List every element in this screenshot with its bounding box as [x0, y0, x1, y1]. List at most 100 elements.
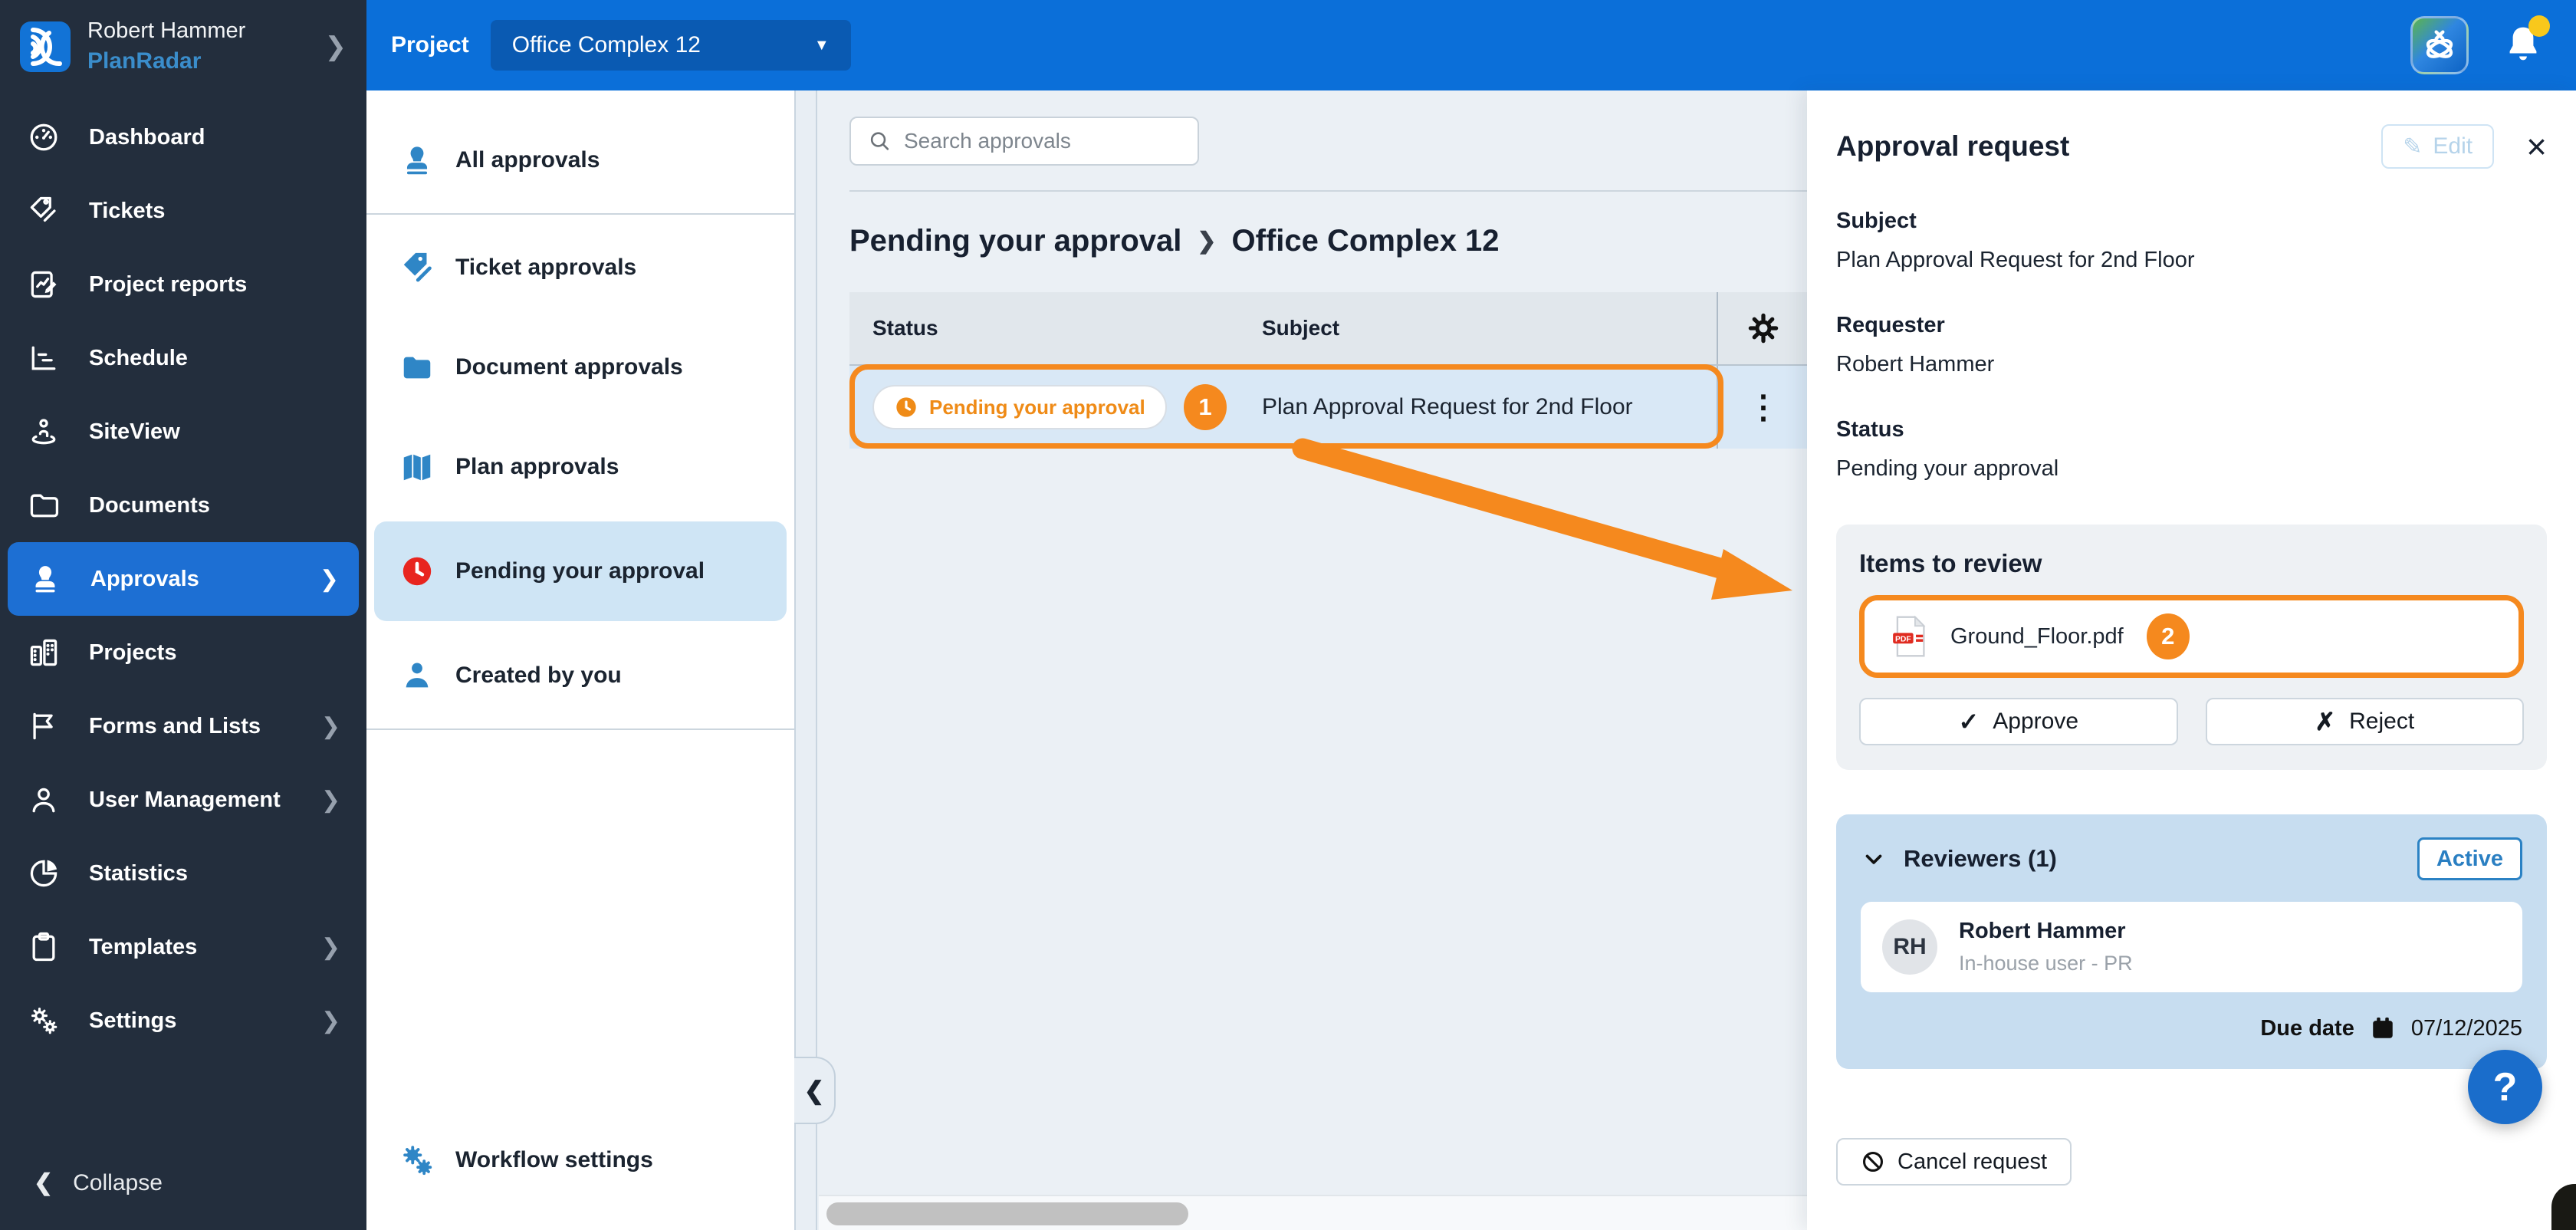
sidebar-item-dashboard[interactable]: Dashboard [0, 100, 366, 174]
edit-button[interactable]: ✎ Edit [2381, 124, 2495, 169]
gear-icon [1748, 313, 1779, 344]
sidebar-item-project-reports[interactable]: Project reports [0, 248, 366, 321]
sidebar-item-approvals[interactable]: Approvals ❯ [8, 542, 359, 616]
field-status: Status Pending your approval [1836, 417, 2547, 482]
sidebar-item-siteview[interactable]: SiteView [0, 395, 366, 469]
svg-text:PDF: PDF [1895, 635, 1911, 643]
reviewers-header[interactable]: Reviewers (1) Active [1861, 837, 2522, 880]
sidebar-item-label: Projects [89, 640, 177, 665]
breadcrumb: Pending your approval ❯ Office Complex 1… [849, 224, 1807, 258]
reviewers-section: Reviewers (1) Active RH Robert Hammer In… [1836, 814, 2547, 1069]
approval-detail-panel: Approval request ✎ Edit × Subject Plan A… [1807, 90, 2576, 1230]
gears-icon [26, 1003, 61, 1038]
category-ticket-approvals[interactable]: Ticket approvals [366, 218, 794, 317]
folder-icon [397, 347, 437, 387]
chevron-left-icon: ❮ [34, 1170, 54, 1195]
person-icon [26, 782, 61, 817]
approve-button[interactable]: ✓ Approve [1859, 698, 2178, 745]
category-label: Ticket approvals [455, 255, 637, 280]
sidebar-collapse-button[interactable]: ❮ Collapse [0, 1146, 366, 1230]
caret-down-icon: ▼ [813, 36, 830, 54]
field-label: Requester [1836, 313, 1945, 337]
folder-icon [26, 488, 61, 523]
project-selector-value: Office Complex 12 [511, 32, 701, 58]
column-header-status[interactable]: Status [849, 292, 1184, 364]
cancel-request-label: Cancel request [1898, 1149, 2048, 1174]
reject-button[interactable]: ✗ Reject [2205, 698, 2524, 745]
review-file-item[interactable]: PDF Ground_Floor.pdf 2 [1865, 600, 2518, 673]
ai-assistant-button[interactable] [2410, 16, 2469, 74]
sidebar-item-label: SiteView [89, 419, 180, 444]
category-all-approvals[interactable]: All approvals [366, 110, 794, 210]
annotation-arrow [1292, 438, 1792, 600]
stamp-icon [28, 561, 63, 597]
buildings-icon [26, 635, 61, 670]
sidebar-item-label: Statistics [89, 860, 188, 886]
active-status-button[interactable]: Active [2417, 837, 2522, 880]
breadcrumb-parent[interactable]: Pending your approval [849, 224, 1181, 258]
category-created-by-you[interactable]: Created by you [366, 626, 794, 725]
search-input[interactable] [904, 129, 1181, 153]
reject-button-label: Reject [2349, 709, 2415, 734]
user-expand-icon[interactable]: ❯ [325, 31, 347, 62]
approve-button-label: Approve [1993, 709, 2079, 734]
field-value: Pending your approval [1836, 456, 2059, 481]
sidebar-item-forms-and-lists[interactable]: Forms and Lists ❯ [0, 689, 366, 763]
sidebar-item-statistics[interactable]: Statistics [0, 837, 366, 910]
chevron-right-icon: ❯ [319, 566, 339, 592]
sidebar-item-schedule[interactable]: Schedule [0, 321, 366, 395]
table-header: Status Subject [849, 292, 1807, 366]
reviewer-name: Robert Hammer [1959, 919, 2126, 943]
sidebar-item-templates[interactable]: Templates ❯ [0, 910, 366, 984]
chevron-right-icon: ❯ [320, 1008, 340, 1034]
sidebar-item-documents[interactable]: Documents [0, 469, 366, 542]
cancel-request-button[interactable]: Cancel request [1836, 1138, 2072, 1186]
field-value: Robert Hammer [1836, 352, 1995, 377]
category-document-approvals[interactable]: Document approvals [366, 317, 794, 417]
field-label: Subject [1836, 209, 1917, 233]
sidebar-item-settings[interactable]: Settings ❯ [0, 984, 366, 1057]
table-row[interactable]: Pending your approval 1 Plan Approval Re… [849, 366, 1807, 449]
sidebar-item-tickets[interactable]: Tickets [0, 174, 366, 248]
collapse-panel-button[interactable]: ❮ [794, 1057, 836, 1124]
category-label: All approvals [455, 147, 600, 173]
sidebar-item-label: Templates [89, 934, 198, 959]
detail-title: Approval request [1836, 130, 2070, 162]
reviewers-title: Reviewers (1) [1904, 845, 2057, 872]
collapse-label: Collapse [73, 1169, 163, 1195]
chevron-down-icon [1865, 854, 1882, 864]
sidebar-item-label: Forms and Lists [89, 713, 261, 738]
help-button[interactable]: ? [2468, 1050, 2542, 1124]
search-box[interactable] [849, 117, 1199, 166]
project-selector[interactable]: Office Complex 12 ▼ [490, 20, 851, 71]
row-menu-button[interactable]: ⋮ [1747, 391, 1779, 423]
table-settings-button[interactable] [1747, 312, 1779, 344]
sidebar: Robert Hammer PlanRadar ❯ Dashboard Tick… [0, 0, 366, 1230]
planradar-logo-icon [20, 21, 71, 72]
due-date-label: Due date [2260, 1015, 2354, 1041]
scrollbar-thumb[interactable] [826, 1202, 1188, 1225]
clock-icon [397, 551, 437, 591]
due-date-row: Due date 07/12/2025 [1861, 1015, 2522, 1041]
tag-icon [26, 193, 61, 229]
horizontal-scrollbar[interactable] [819, 1195, 1807, 1230]
clock-icon [896, 397, 916, 417]
search-icon [870, 132, 889, 150]
workflow-settings-item[interactable]: Workflow settings [366, 1110, 794, 1210]
reviewer-card[interactable]: RH Robert Hammer In-house user - PR [1861, 902, 2522, 992]
pdf-file-icon: PDF [1893, 615, 1926, 657]
column-header-subject[interactable]: Subject [1184, 292, 1717, 364]
notifications-button[interactable] [2502, 15, 2550, 67]
row-subject-text: Plan Approval Request for 2nd Floor [1262, 394, 1633, 419]
field-subject: Subject Plan Approval Request for 2nd Fl… [1836, 209, 2547, 273]
calendar-icon [2373, 1017, 2393, 1038]
sidebar-item-user-management[interactable]: User Management ❯ [0, 763, 366, 837]
user-card[interactable]: Robert Hammer PlanRadar ❯ [0, 0, 366, 90]
brand-name: PlanRadar [87, 48, 202, 74]
edit-button-label: Edit [2433, 133, 2473, 159]
category-pending-your-approval[interactable]: Pending your approval [374, 521, 787, 621]
close-icon[interactable]: × [2526, 129, 2547, 164]
category-plan-approvals[interactable]: Plan approvals [366, 417, 794, 517]
row-actions-cell: ⋮ [1717, 366, 1807, 449]
sidebar-item-projects[interactable]: Projects [0, 616, 366, 689]
